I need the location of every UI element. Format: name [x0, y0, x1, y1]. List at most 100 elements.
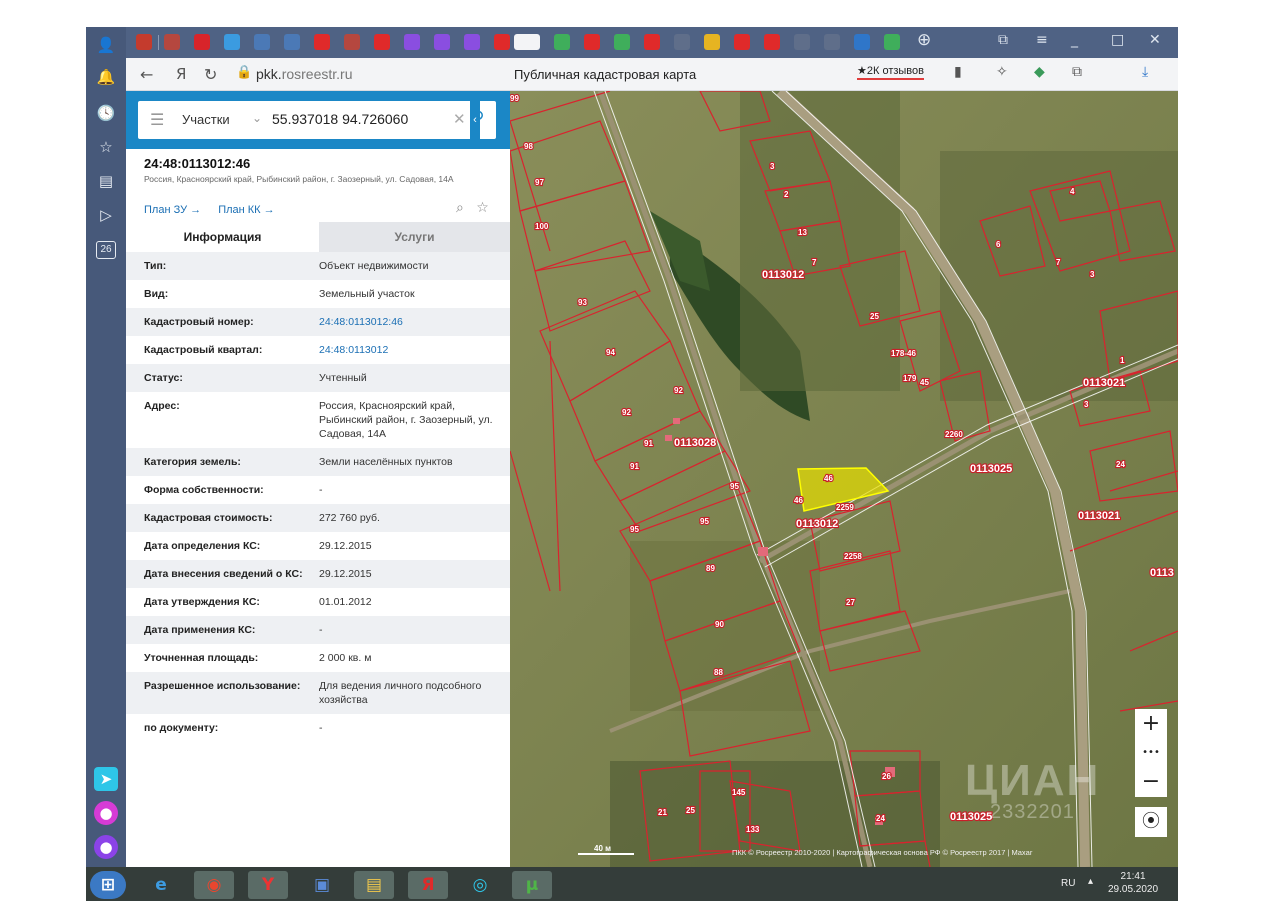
search-type-select[interactable]: Участки: [182, 112, 230, 127]
reviews-button[interactable]: ★2К отзывов: [857, 64, 924, 80]
parcel-label: 45: [920, 378, 929, 387]
utorrent-icon[interactable]: μ: [512, 871, 552, 899]
bookmark-icon[interactable]: ▮: [954, 64, 962, 80]
chrome-icon[interactable]: ◉: [194, 871, 234, 899]
plan-zu-link[interactable]: План ЗУ →: [144, 204, 201, 216]
active-tab[interactable]: [514, 34, 540, 50]
ie-icon[interactable]: e: [141, 871, 181, 899]
favorite-star-icon[interactable]: ☆: [476, 200, 489, 216]
address-bar: ← Я ↻ 🔒 pkk.rosreestr.ru Публичная кадас…: [126, 58, 1178, 91]
play-icon[interactable]: ▷: [94, 203, 118, 227]
bookmarks-star-icon[interactable]: ☆: [94, 135, 118, 159]
tab-favicon[interactable]: [764, 34, 780, 50]
attribute-value[interactable]: 24:48:0113012: [319, 343, 499, 357]
yandex-icon[interactable]: Y: [248, 871, 288, 899]
extension-icon[interactable]: ◆: [1034, 64, 1045, 80]
calendar-badge[interactable]: 26: [96, 241, 116, 259]
reload-icon[interactable]: ↻: [204, 65, 217, 84]
tab-favicon[interactable]: [254, 34, 270, 50]
new-tab-button[interactable]: ⊕: [917, 30, 931, 50]
yandex-logo-icon[interactable]: Я: [176, 65, 186, 83]
assistant-icon[interactable]: ●: [94, 835, 118, 859]
watermark-phone: 2332201: [990, 801, 1075, 823]
tab-favicon[interactable]: [284, 34, 300, 50]
tab-favicon[interactable]: [136, 34, 152, 50]
messenger-icon[interactable]: ➤: [94, 767, 118, 791]
menu-burger-icon[interactable]: ☰: [150, 110, 164, 129]
tab-favicon[interactable]: [224, 34, 240, 50]
attribute-row: Категория земель: Земли населённых пункто…: [126, 448, 510, 476]
explorer-icon[interactable]: ▤: [354, 871, 394, 899]
tab-favicon[interactable]: [344, 34, 360, 50]
yandex-browser-icon[interactable]: Я: [408, 871, 448, 899]
tab-favicon[interactable]: [884, 34, 900, 50]
tab-favicon[interactable]: [674, 34, 690, 50]
attribute-value[interactable]: 24:48:0113012:46: [319, 315, 499, 329]
downloads-icon[interactable]: ⤓: [1142, 64, 1148, 80]
notifications-icon[interactable]: 🔔: [94, 65, 118, 89]
attribute-value: -: [319, 722, 323, 734]
extension2-icon[interactable]: ⧉: [1072, 64, 1082, 80]
parcel-label: 95: [630, 525, 639, 534]
tab-favicon[interactable]: [824, 34, 840, 50]
parcel-label: 3: [770, 162, 775, 171]
url-field[interactable]: pkk.rosreestr.ru: [256, 66, 353, 82]
search-input[interactable]: 55.937018 94.726060: [272, 111, 408, 127]
tab-favicon[interactable]: [734, 34, 750, 50]
tab-favicon[interactable]: [194, 34, 210, 50]
parcel-label: 1: [1120, 356, 1125, 365]
tabs-list-icon[interactable]: ⧉: [998, 32, 1008, 48]
tab-favicon[interactable]: [464, 34, 480, 50]
collapse-panel-button[interactable]: ‹: [470, 91, 480, 149]
back-arrow-icon[interactable]: ←: [140, 65, 153, 84]
tab-favicon[interactable]: [614, 34, 630, 50]
collections-icon[interactable]: ▤: [94, 169, 118, 193]
tab-favicon[interactable]: [554, 34, 570, 50]
tab-favicon[interactable]: [494, 34, 510, 50]
tab-favicon[interactable]: [794, 34, 810, 50]
start-button[interactable]: ⊞: [90, 871, 126, 899]
tab-info[interactable]: Информация: [126, 222, 319, 252]
chevron-down-icon[interactable]: ⌄: [252, 111, 262, 125]
lock-icon: 🔒: [236, 65, 253, 80]
zoom-to-object-icon[interactable]: ⌕: [456, 200, 464, 216]
tab-favicon[interactable]: [374, 34, 390, 50]
compass-icon[interactable]: ⦿: [1135, 807, 1167, 837]
attribute-key: Форма собственности:: [144, 484, 264, 496]
parcel-label: 95: [700, 517, 709, 526]
browser-window: 👤 🔔 🕓 ☆ ▤ ▷ 26 ➤ ● ● ⊕ ⧉ ≡ _ □ ✕ ← Я ↻ 🔒…: [86, 27, 1178, 901]
attribute-key: Кадастровый квартал:: [144, 344, 263, 356]
attribute-key: Дата определения КС:: [144, 540, 261, 552]
tab-favicon[interactable]: [434, 34, 450, 50]
attribute-row: Кадастровый номер: 24:48:0113012:46: [126, 308, 510, 336]
media-icon[interactable]: ▣: [302, 871, 342, 899]
tab-favicon[interactable]: [404, 34, 420, 50]
tab-services[interactable]: Услуги: [319, 222, 510, 252]
tab-favicon[interactable]: [314, 34, 330, 50]
info-panel: ☰ Участки ⌄ 55.937018 94.726060 ✕ ⚲ 24:4…: [126, 91, 510, 867]
tab-favicon[interactable]: [854, 34, 870, 50]
clock[interactable]: 21:41 29.05.2020: [1108, 870, 1158, 896]
zoom-out-button[interactable]: −: [1135, 767, 1167, 797]
alice-icon[interactable]: ●: [94, 801, 118, 825]
maximize-button[interactable]: □: [1111, 32, 1124, 48]
tray-arrow-icon[interactable]: ▴: [1088, 876, 1093, 887]
clear-icon[interactable]: ✕: [453, 110, 466, 128]
close-button[interactable]: ✕: [1149, 32, 1161, 48]
profile-icon[interactable]: 👤: [94, 33, 118, 57]
tab-favicon[interactable]: [164, 34, 180, 50]
history-icon[interactable]: 🕓: [94, 101, 118, 125]
app-icon[interactable]: ◎: [460, 871, 500, 899]
zoom-in-button[interactable]: +: [1135, 709, 1167, 739]
tab-favicon[interactable]: [704, 34, 720, 50]
parcel-label: 98: [524, 142, 533, 151]
map-view[interactable]: 0113012 0113028 0113025 0113021 0113021 01130…: [510, 91, 1178, 867]
minimize-button[interactable]: _: [1071, 32, 1078, 48]
plan-kk-link[interactable]: План КК →: [218, 204, 274, 216]
tab-favicon[interactable]: [584, 34, 600, 50]
menu-icon[interactable]: ≡: [1036, 32, 1048, 48]
more-options-button[interactable]: •••: [1135, 739, 1167, 767]
language-indicator[interactable]: RU: [1061, 878, 1075, 889]
tab-favicon[interactable]: [644, 34, 660, 50]
protect-icon[interactable]: ✧: [996, 64, 1008, 80]
